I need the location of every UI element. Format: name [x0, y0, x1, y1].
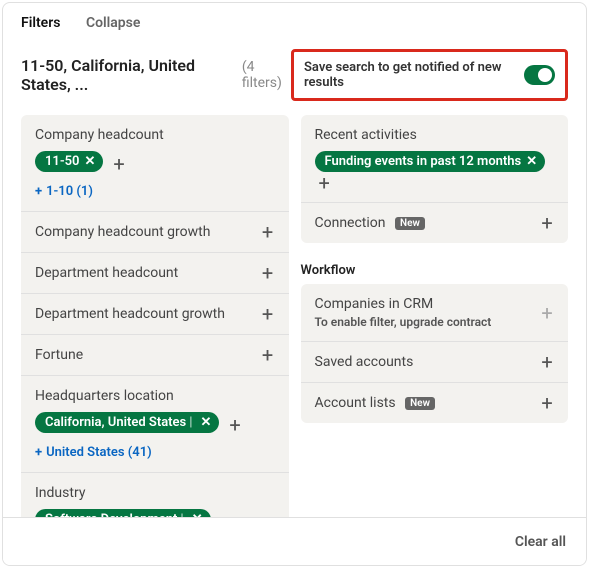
filter-title: Fortune: [35, 347, 83, 363]
chip-label: 11-50: [45, 154, 79, 169]
expand-icon[interactable]: +: [538, 214, 556, 232]
save-search-label: Save search to get notified of new resul…: [304, 60, 514, 90]
filter-title: Company headcount: [35, 127, 275, 143]
chip-headcount[interactable]: 11-50 ✕: [35, 151, 103, 172]
filter-connection[interactable]: Connection New +: [301, 203, 569, 243]
add-icon[interactable]: +: [229, 418, 240, 432]
filter-headquarters[interactable]: Headquarters location California, United…: [21, 376, 289, 473]
expand-icon[interactable]: +: [259, 264, 277, 282]
expand-icon[interactable]: +: [259, 223, 277, 241]
filter-title: Department headcount growth: [35, 306, 225, 322]
include-label: United States (41): [46, 445, 152, 460]
expand-icon[interactable]: +: [259, 346, 277, 364]
tab-collapse[interactable]: Collapse: [86, 15, 140, 31]
filter-company-headcount[interactable]: Company headcount 11-50 ✕ + +1-10 (1): [21, 115, 289, 212]
filter-summary: 11-50, California, United States, ...: [21, 56, 236, 94]
remove-icon[interactable]: ✕: [200, 415, 211, 430]
include-suggestion[interactable]: +United States (41): [35, 445, 275, 460]
remove-icon[interactable]: ✕: [84, 154, 95, 169]
expand-icon[interactable]: +: [538, 394, 556, 412]
filter-title: Recent activities: [315, 127, 555, 143]
save-search-toggle[interactable]: [524, 65, 555, 85]
new-badge: New: [395, 217, 425, 230]
filter-title: Companies in CRM: [315, 296, 555, 312]
filter-title: Account lists: [315, 395, 396, 411]
chip-label: Funding events in past 12 months: [325, 154, 522, 169]
include-suggestion[interactable]: +1-10 (1): [35, 184, 275, 199]
upgrade-note: To enable filter, upgrade contract: [315, 315, 555, 329]
filter-title: Headquarters location: [35, 388, 275, 404]
chip-hq[interactable]: California, United States | ✕: [35, 412, 219, 433]
filter-title: Company headcount growth: [35, 224, 210, 240]
include-label: 1-10 (1): [46, 184, 93, 199]
filter-department-headcount[interactable]: Department headcount +: [21, 253, 289, 294]
clear-all-button[interactable]: Clear all: [515, 534, 566, 550]
filter-title: Connection: [315, 215, 386, 231]
filter-companies-crm: Companies in CRM To enable filter, upgra…: [301, 284, 569, 342]
filter-headcount-growth[interactable]: Company headcount growth +: [21, 212, 289, 253]
filter-fortune[interactable]: Fortune +: [21, 335, 289, 376]
filter-title: Saved accounts: [315, 354, 414, 370]
add-icon[interactable]: +: [113, 157, 124, 171]
save-search-callout: Save search to get notified of new resul…: [291, 49, 568, 101]
chip-activity[interactable]: Funding events in past 12 months ✕: [315, 151, 546, 172]
filter-saved-accounts[interactable]: Saved accounts +: [301, 342, 569, 383]
expand-icon[interactable]: +: [259, 305, 277, 323]
filter-recent-activities[interactable]: Recent activities Funding events in past…: [301, 115, 569, 203]
filter-account-lists[interactable]: Account lists New +: [301, 383, 569, 423]
filter-title: Industry: [35, 485, 275, 501]
filter-count: (4 filters): [242, 59, 291, 91]
expand-icon: +: [538, 304, 556, 322]
new-badge: New: [405, 397, 435, 410]
chip-label: California, United States: [45, 415, 186, 430]
group-workflow: Workflow: [301, 253, 569, 284]
filter-title: Department headcount: [35, 265, 178, 281]
add-icon[interactable]: +: [319, 176, 330, 190]
tab-filters[interactable]: Filters: [21, 15, 60, 31]
expand-icon[interactable]: +: [538, 353, 556, 371]
remove-icon[interactable]: ✕: [526, 154, 537, 169]
filter-department-growth[interactable]: Department headcount growth +: [21, 294, 289, 335]
